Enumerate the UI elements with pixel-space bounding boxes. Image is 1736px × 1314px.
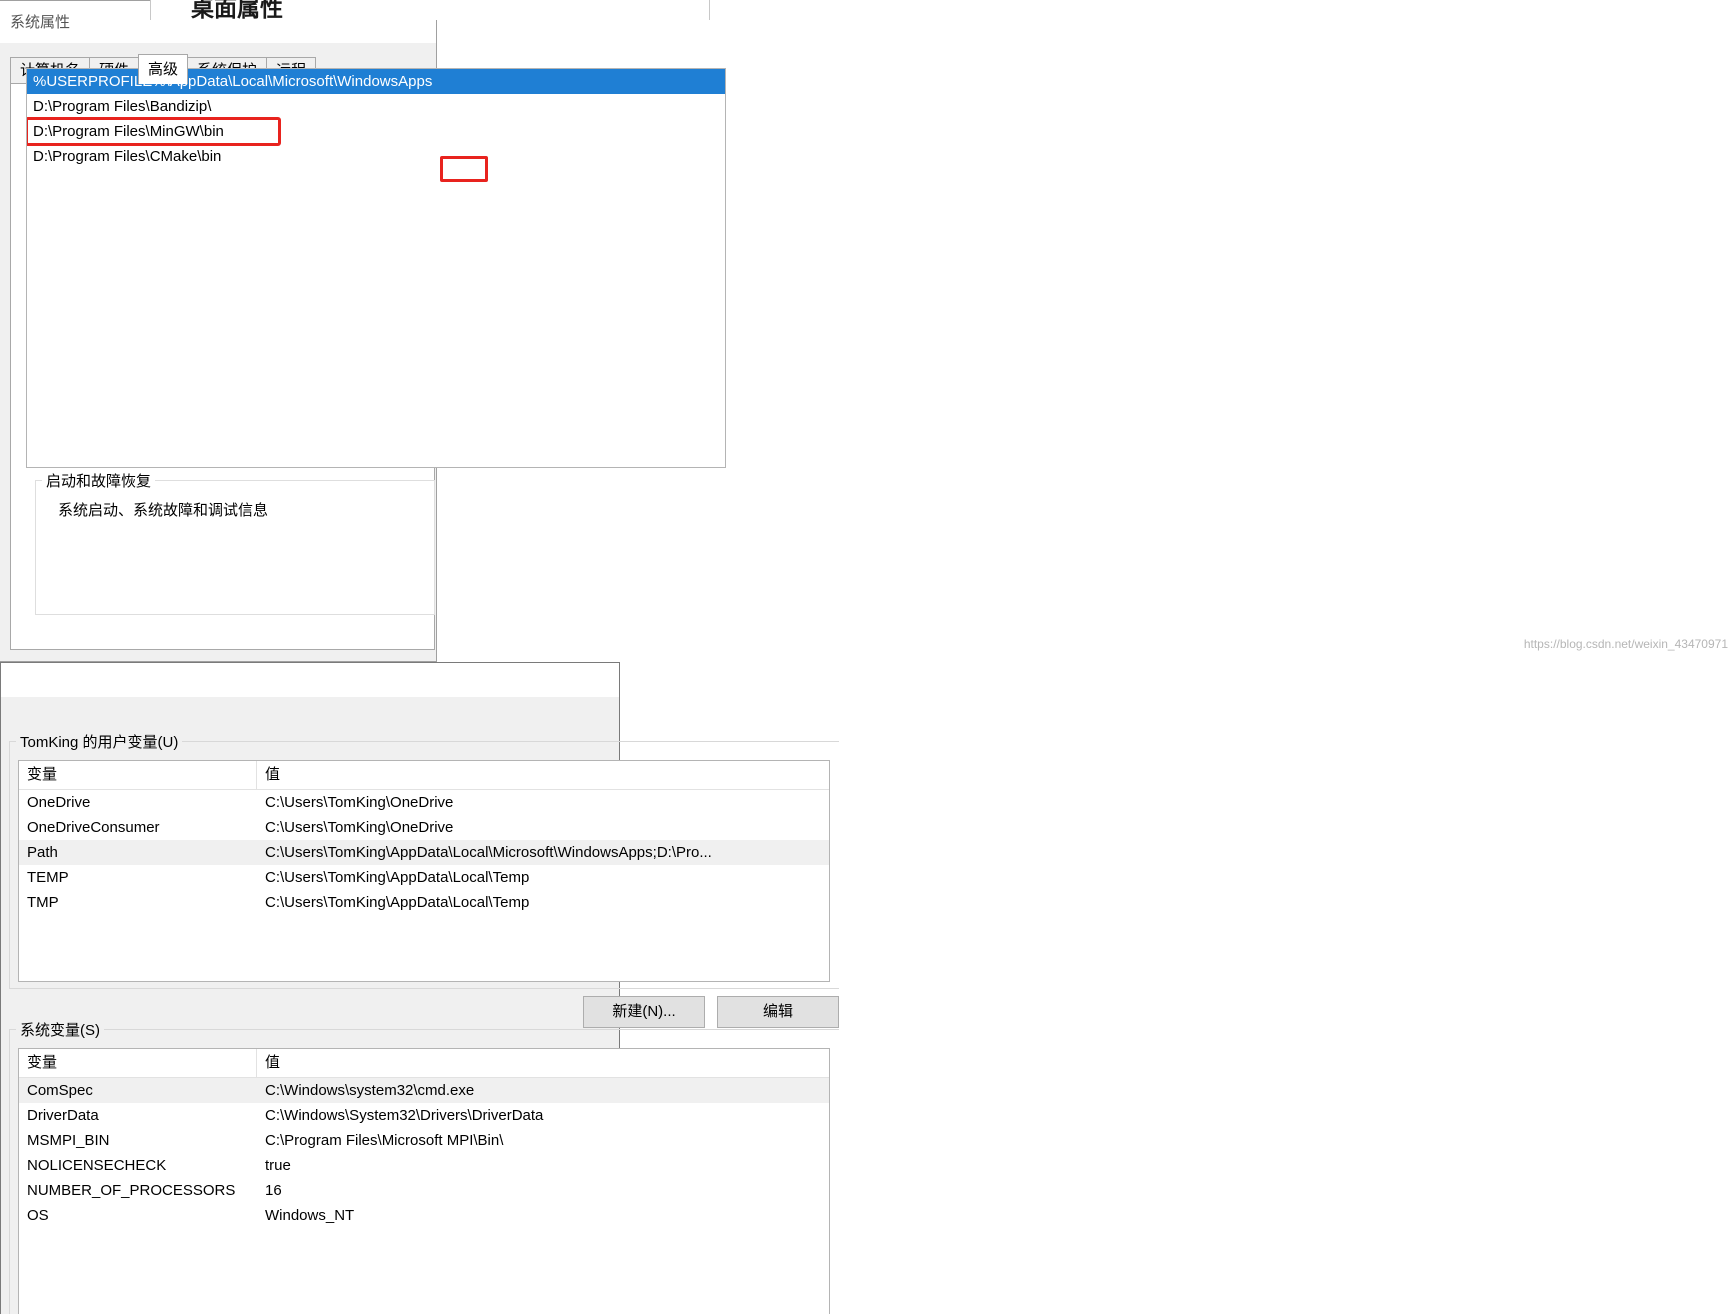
user-variable-name: OneDrive xyxy=(27,794,91,811)
user-variable-name: TEMP xyxy=(27,869,69,886)
user-variables-group-label: TomKing 的用户变量(U) xyxy=(16,731,183,752)
table-row[interactable]: MSMPI_BIN C:\Program Files\Microsoft MPI… xyxy=(19,1128,829,1153)
table-row[interactable]: NOLICENSECHECK true xyxy=(19,1153,829,1178)
path-entries-listbox[interactable]: %USERPROFILE%\AppData\Local\Microsoft\Wi… xyxy=(26,68,726,468)
system-variables-groupbox: 系统变量(S) 变量 值 ComSpec C:\Windows\system32… xyxy=(9,1019,839,1314)
system-variables-listview[interactable]: 变量 值 ComSpec C:\Windows\system32\cmd.exe… xyxy=(18,1048,830,1314)
user-variable-value: C:\Users\TomKing\OneDrive xyxy=(265,819,454,836)
system-variable-name: OS xyxy=(27,1207,49,1224)
environment-variables-dialog[interactable]: TomKing 的用户变量(U) 变量 值 OneDrive C:\Users\… xyxy=(0,662,839,1314)
user-variables-col-variable: 变量 xyxy=(19,761,257,789)
system-variable-name: NUMBER_OF_PROCESSORS xyxy=(27,1182,236,1199)
system-variable-name: MSMPI_BIN xyxy=(27,1132,110,1149)
list-item-bandizip[interactable]: D:\Program Files\Bandizip\ xyxy=(27,94,725,119)
system-variable-value: C:\Windows\System32\Drivers\DriverData xyxy=(265,1107,544,1124)
user-variable-name-path: Path xyxy=(27,844,58,861)
system-variable-value: Windows_NT xyxy=(265,1207,355,1224)
system-variable-name: NOLICENSECHECK xyxy=(27,1157,167,1174)
background-window-title: 桌面属性 xyxy=(191,0,283,21)
user-variables-groupbox: TomKing 的用户变量(U) 变量 值 OneDrive C:\Users\… xyxy=(9,731,839,1028)
system-properties-title: 系统属性 xyxy=(10,14,71,31)
user-variable-value: C:\Users\TomKing\AppData\Local\Temp xyxy=(265,894,530,911)
tab-advanced[interactable]: 高级 xyxy=(138,54,189,84)
system-variable-value: C:\Windows\system32\cmd.exe xyxy=(265,1082,475,1099)
background-window[interactable]: 桌面属性 xyxy=(150,0,710,21)
table-row[interactable]: NUMBER_OF_PROCESSORS 16 xyxy=(19,1178,829,1203)
user-variable-value: C:\Users\TomKing\OneDrive xyxy=(265,794,454,811)
system-variables-col-value: 值 xyxy=(265,1054,281,1071)
table-row[interactable]: OneDriveConsumer C:\Users\TomKing\OneDri… xyxy=(19,815,829,840)
table-row[interactable]: ComSpec C:\Windows\system32\cmd.exe xyxy=(19,1078,829,1103)
list-item-userprofile[interactable]: %USERPROFILE%\AppData\Local\Microsoft\Wi… xyxy=(27,69,725,94)
system-variables-col-variable: 变量 xyxy=(19,1049,257,1077)
system-variable-value: 16 xyxy=(265,1182,282,1199)
user-variable-value: C:\Users\TomKing\AppData\Local\Temp xyxy=(265,869,530,886)
system-variable-value: true xyxy=(265,1157,291,1174)
list-item-cmake[interactable]: D:\Program Files\CMake\bin xyxy=(27,144,725,169)
watermark-text: https://blog.csdn.net/weixin_43470971 xyxy=(1523,637,1728,651)
table-row[interactable]: OneDrive C:\Users\TomKing\OneDrive xyxy=(19,790,829,815)
startup-recovery-group-label: 启动和故障恢复 xyxy=(42,470,156,491)
user-variables-buttons: 新建(N)... 编辑 xyxy=(10,982,839,1028)
system-variable-name: ComSpec xyxy=(27,1082,93,1099)
user-variables-col-value: 值 xyxy=(265,766,281,783)
user-variables-header: 变量 值 xyxy=(19,761,829,790)
table-row[interactable]: DriverData C:\Windows\System32\Drivers\D… xyxy=(19,1103,829,1128)
user-variables-listview[interactable]: 变量 值 OneDrive C:\Users\TomKing\OneDrive … xyxy=(18,760,830,982)
environment-variables-titlebar[interactable] xyxy=(1,663,619,697)
system-variables-group-label: 系统变量(S) xyxy=(16,1019,104,1040)
system-variable-name: DriverData xyxy=(27,1107,99,1124)
table-row[interactable]: TMP C:\Users\TomKing\AppData\Local\Temp xyxy=(19,890,829,915)
system-variable-value: C:\Program Files\Microsoft MPI\Bin\ xyxy=(265,1132,504,1149)
table-row-path-selected[interactable]: Path C:\Users\TomKing\AppData\Local\Micr… xyxy=(19,840,829,865)
new-user-variable-button[interactable]: 新建(N)... xyxy=(583,996,705,1028)
user-variable-value-path: C:\Users\TomKing\AppData\Local\Microsoft… xyxy=(265,844,712,861)
startup-recovery-groupbox: 启动和故障恢复 系统启动、系统故障和调试信息 xyxy=(35,470,435,615)
table-row[interactable]: TEMP C:\Users\TomKing\AppData\Local\Temp xyxy=(19,865,829,890)
table-row[interactable]: OS Windows_NT xyxy=(19,1203,829,1228)
list-item-mingw[interactable]: D:\Program Files\MinGW\bin xyxy=(27,117,281,146)
system-variables-header: 变量 值 xyxy=(19,1049,829,1078)
edit-user-variable-button[interactable]: 编辑 xyxy=(717,996,839,1028)
user-variable-name: OneDriveConsumer xyxy=(27,819,160,836)
user-variable-name: TMP xyxy=(27,894,59,911)
